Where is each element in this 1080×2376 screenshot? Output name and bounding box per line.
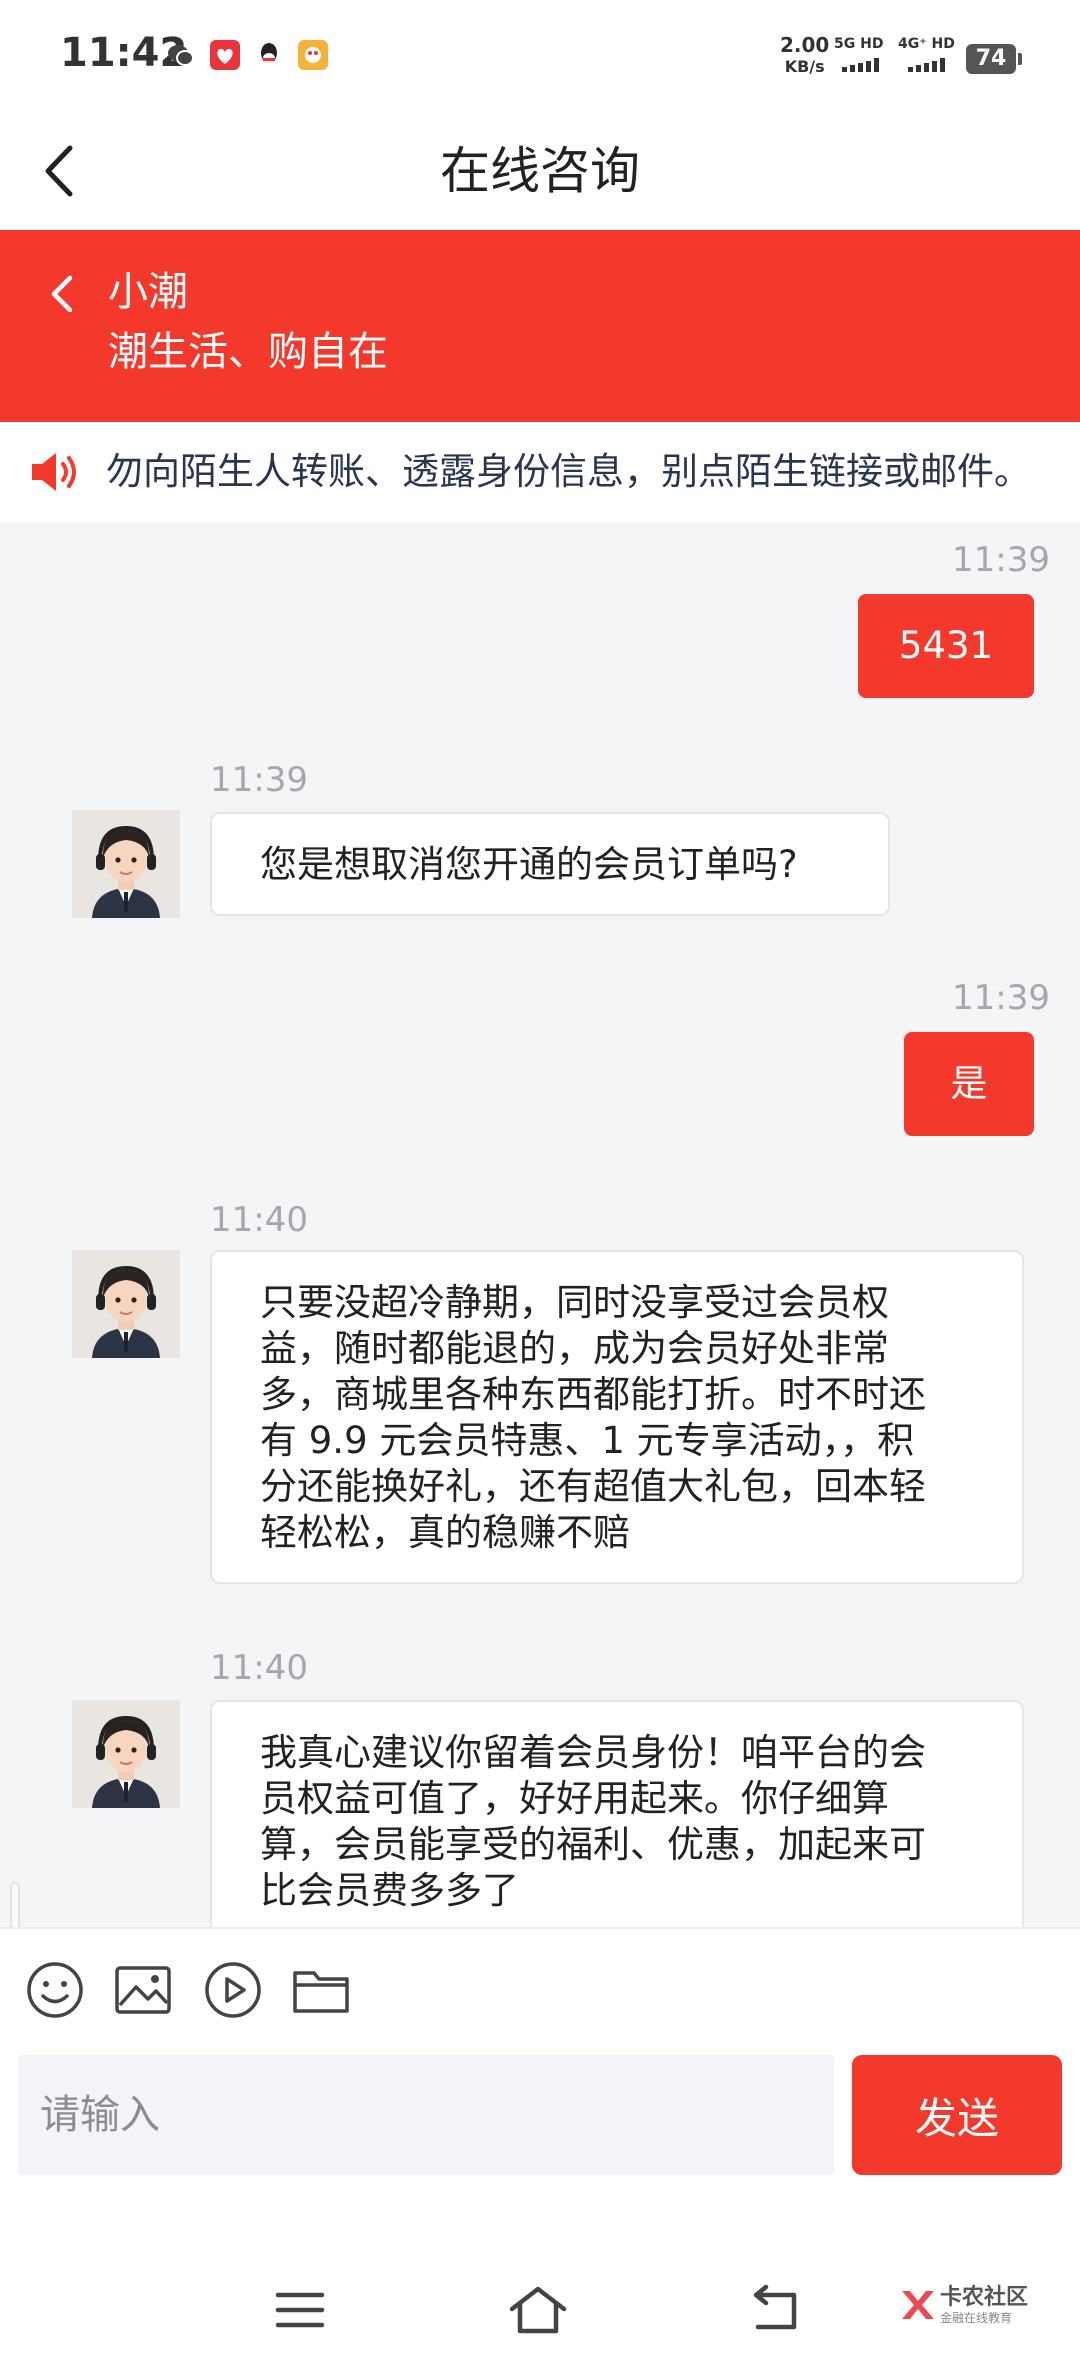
image-icon[interactable] xyxy=(112,1959,174,2021)
notice-text: 勿向陌生人转账、透露身份信息，别点陌生链接或邮件。 xyxy=(106,450,1031,493)
emoji-icon[interactable] xyxy=(24,1959,86,2021)
chat-screen: 11:42 2.00 KB/s 5G HD 4G⁺ HD 74 在线咨询 小潮 … xyxy=(0,0,1080,2376)
watermark-title: 卡农社区 xyxy=(940,2285,1029,2310)
chat-messages[interactable]: 11:39 5431 11:39 您是想取消您开通的会员订单吗? 11:39 是… xyxy=(0,522,1080,1927)
agent-avatar-image xyxy=(72,1700,180,1808)
agent-header: 小潮 潮生活、购自在 xyxy=(0,230,1080,422)
agent-name: 小潮 xyxy=(108,269,188,315)
back-button[interactable] xyxy=(30,136,100,206)
app-notification-icon xyxy=(210,40,240,70)
wechat-icon xyxy=(166,40,196,70)
folder-icon[interactable] xyxy=(290,1959,352,2021)
watermark-subtitle: 金融在线教育 xyxy=(940,2311,1013,2325)
message-timestamp: 11:40 xyxy=(210,1648,308,1688)
game-app-icon xyxy=(298,40,328,70)
message-timestamp: 11:39 xyxy=(952,978,1050,1018)
agent-avatar[interactable] xyxy=(72,1700,180,1808)
chat-toolbar xyxy=(0,1927,1080,2047)
message-input[interactable] xyxy=(18,2055,834,2175)
qq-icon xyxy=(254,40,284,70)
agent-avatar-image xyxy=(72,1250,180,1358)
agent-back-button[interactable] xyxy=(40,266,86,322)
agent-avatar[interactable] xyxy=(72,810,180,918)
outgoing-message[interactable]: 5431 xyxy=(858,594,1034,698)
agent-avatar[interactable] xyxy=(72,1250,180,1358)
signal-4g-icon xyxy=(908,58,945,72)
incoming-message[interactable]: 只要没超冷静期，同时没享受过会员权 益，随时都能退的，成为会员好处非常 多，商城… xyxy=(210,1250,1024,1584)
network-speed: 2.00 KB/s xyxy=(780,33,830,76)
composer: 发送 xyxy=(0,2047,1080,2197)
message-timestamp: 11:40 xyxy=(210,1200,308,1240)
safety-notice: 勿向陌生人转账、透露身份信息，别点陌生链接或邮件。 xyxy=(0,422,1080,522)
scroll-handle[interactable] xyxy=(10,1882,20,1927)
watermark-logo-icon xyxy=(902,2291,934,2319)
outgoing-message[interactable]: 是 xyxy=(904,1032,1034,1136)
message-timestamp: 11:39 xyxy=(210,760,308,800)
back-nav-icon[interactable] xyxy=(744,2283,808,2337)
chevron-left-icon xyxy=(51,275,73,313)
network-4g-label: 4G⁺ HD xyxy=(898,36,955,52)
message-timestamp: 11:39 xyxy=(952,540,1050,580)
agent-avatar-image xyxy=(72,810,180,918)
signal-5g-icon xyxy=(842,58,879,72)
home-icon[interactable] xyxy=(506,2283,570,2337)
speaker-icon xyxy=(28,448,82,496)
agent-slogan: 潮生活、购自在 xyxy=(108,329,388,375)
menu-icon[interactable] xyxy=(268,2283,332,2337)
title-bar: 在线咨询 xyxy=(0,116,1080,228)
incoming-message[interactable]: 我真心建议你留着会员身份！咱平台的会 员权益可值了，好好用起来。你仔细算 算，会… xyxy=(210,1700,1024,1927)
chevron-left-icon xyxy=(45,145,73,197)
send-button[interactable]: 发送 xyxy=(852,2055,1062,2175)
battery-icon: 74 xyxy=(966,44,1022,74)
incoming-message[interactable]: 您是想取消您开通的会员订单吗? xyxy=(210,812,890,916)
page-title: 在线咨询 xyxy=(440,142,640,200)
video-icon[interactable] xyxy=(202,1959,264,2021)
network-5g-label: 5G HD xyxy=(834,36,884,52)
watermark: 卡农社区 金融在线教育 xyxy=(896,2279,1066,2339)
system-nav-bar: 卡农社区 金融在线教育 xyxy=(0,2197,1080,2376)
status-bar: 11:42 2.00 KB/s 5G HD 4G⁺ HD 74 xyxy=(0,0,1080,116)
